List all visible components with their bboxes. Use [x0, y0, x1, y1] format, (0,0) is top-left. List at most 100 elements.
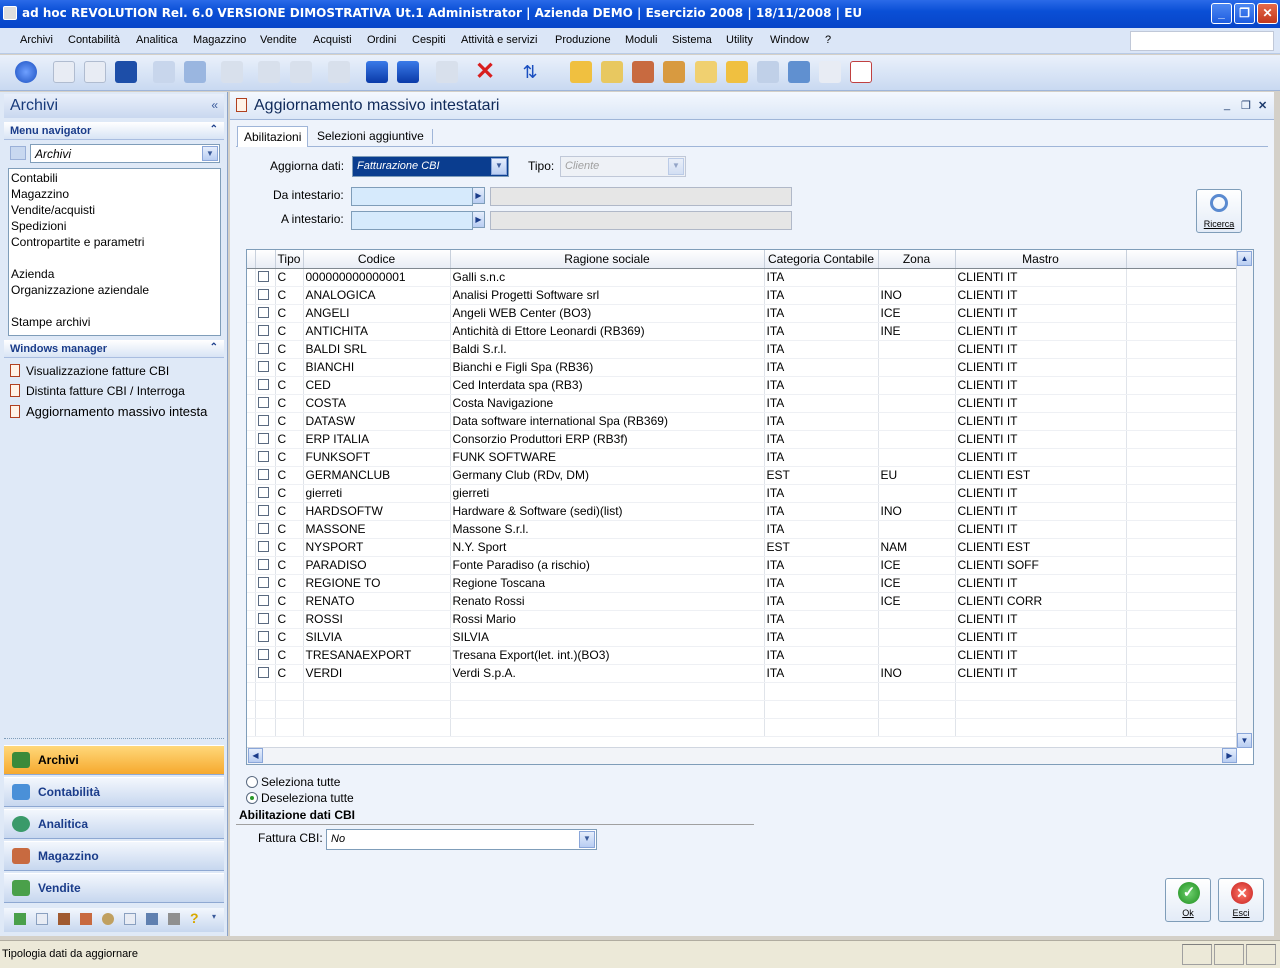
notes-icon[interactable] [570, 61, 592, 83]
window-item-visualizzazione[interactable]: Visualizzazione fatture CBI [10, 364, 169, 378]
row-checkbox[interactable] [255, 286, 276, 305]
next-icon[interactable] [290, 61, 312, 83]
search-doc-icon[interactable] [695, 61, 717, 83]
checkbox-icon[interactable] [257, 487, 269, 498]
close-button[interactable]: ✕ [1257, 3, 1278, 24]
refresh-icon[interactable] [153, 61, 175, 83]
ok-button[interactable]: ✓ Ok [1165, 878, 1211, 922]
help-icon[interactable]: ? [190, 910, 199, 926]
row-checkbox[interactable] [255, 484, 276, 503]
scroll-right-icon[interactable]: ▶ [1222, 748, 1237, 763]
row-checkbox[interactable] [255, 646, 276, 665]
row-checkbox[interactable] [255, 556, 276, 575]
nav-item-spedizioni[interactable]: Spedizioni [11, 219, 66, 233]
checkbox-icon[interactable] [257, 523, 269, 534]
menu-cespiti[interactable]: Cespiti [412, 34, 446, 46]
a-intestario-input[interactable] [351, 211, 473, 230]
esci-button[interactable]: ✕ Esci [1218, 878, 1264, 922]
nav-item-vendite-acquisti[interactable]: Vendite/acquisti [11, 203, 95, 217]
menu-contabilita[interactable]: Contabilità [68, 34, 120, 46]
print-preview-icon[interactable] [328, 61, 350, 83]
menu-sistema[interactable]: Sistema [672, 34, 712, 46]
da-intestario-input[interactable] [351, 187, 473, 206]
ricerca-button[interactable]: Ricerca [1196, 189, 1242, 233]
pin-icon[interactable] [436, 61, 458, 83]
archive-icon[interactable] [632, 61, 654, 83]
table-row[interactable]: C BALDI SRL Baldi S.r.l. ITA CLIENTI IT [247, 340, 1239, 359]
checkbox-icon[interactable] [257, 505, 269, 516]
tab-selezioni-aggiuntive[interactable]: Selezioni aggiuntive [311, 126, 430, 147]
row-checkbox[interactable] [255, 412, 276, 431]
checkbox-icon[interactable] [257, 559, 269, 570]
row-checkbox[interactable] [255, 664, 276, 683]
module-archivi-button[interactable]: Archivi [4, 745, 224, 775]
box-icon[interactable] [757, 61, 779, 83]
checkbox-icon[interactable] [257, 649, 269, 660]
row-checkbox[interactable] [255, 466, 276, 485]
col-mastro[interactable]: Mastro [955, 250, 1127, 269]
prev-icon[interactable] [258, 61, 280, 83]
checkbox-icon[interactable] [257, 577, 269, 588]
checkbox-icon[interactable] [257, 433, 269, 444]
row-checkbox[interactable] [255, 574, 276, 593]
row-checkbox[interactable] [255, 502, 276, 521]
chevron-up-icon[interactable]: ⌃ [210, 342, 218, 353]
checkbox-icon[interactable] [257, 469, 269, 480]
shortcut-icon[interactable] [80, 913, 92, 925]
move-up-icon[interactable] [366, 61, 388, 83]
table-row[interactable]: C FUNKSOFT FUNK SOFTWARE ITA CLIENTI IT [247, 448, 1239, 467]
aggiorna-dati-select[interactable]: Fatturazione CBI ▼ [352, 156, 509, 177]
windows-manager-header[interactable]: Windows manager ⌃ [4, 340, 224, 358]
row-checkbox[interactable] [255, 592, 276, 611]
row-checkbox[interactable] [255, 304, 276, 323]
minimize-doc-icon[interactable]: _ [1224, 99, 1230, 111]
undo-icon[interactable] [221, 61, 243, 83]
table-row[interactable]: C RENATO Renato Rossi ITA ICE CLIENTI CORR [247, 592, 1239, 611]
menu-search-box[interactable] [1130, 31, 1274, 51]
col-zona[interactable]: Zona [878, 250, 956, 269]
nav-item-contropartite[interactable]: Contropartite e parametri [11, 235, 144, 249]
chevron-down-icon[interactable]: ▾ [212, 912, 216, 921]
row-checkbox[interactable] [255, 268, 276, 287]
book-icon[interactable] [788, 61, 810, 83]
chevron-down-icon[interactable]: ▼ [491, 158, 507, 175]
row-checkbox[interactable] [255, 610, 276, 629]
table-row[interactable]: C ANGELI Angeli WEB Center (BO3) ITA ICE CLIE… [247, 304, 1239, 323]
checkbox-icon[interactable] [257, 289, 269, 300]
checkbox-icon[interactable] [257, 631, 269, 642]
save-icon[interactable] [115, 61, 137, 83]
grid-icon[interactable] [184, 61, 206, 83]
table-row[interactable]: C HARDSOFTW Hardware & Software (sedi)(lis… [247, 502, 1239, 521]
checkbox-icon[interactable] [257, 325, 269, 336]
table-row[interactable]: C BIANCHI Bianchi e Figli Spa (RB36) ITA CLI… [247, 358, 1239, 377]
edit-icon[interactable] [726, 61, 748, 83]
menu-help[interactable]: ? [825, 34, 831, 46]
window-item-aggiornamento[interactable]: Aggiornamento massivo intesta [10, 404, 224, 419]
vertical-scrollbar[interactable]: ▲ ▼ [1236, 250, 1253, 748]
row-checkbox[interactable] [255, 430, 276, 449]
nav-item-stampe-archivi[interactable]: Stampe archivi [11, 315, 90, 329]
copy-icon[interactable] [84, 61, 106, 83]
row-checkbox[interactable] [255, 448, 276, 467]
page-icon[interactable] [819, 61, 841, 83]
checkbox-icon[interactable] [257, 667, 269, 678]
nav-item-azienda[interactable]: Azienda [11, 267, 54, 281]
zoom-icon[interactable]: ▶ [472, 211, 485, 228]
calendar-icon[interactable] [850, 61, 872, 83]
checkbox-icon[interactable] [257, 307, 269, 318]
table-row[interactable]: C VERDI Verdi S.p.A. ITA INO CLIENTI IT [247, 664, 1239, 683]
row-checkbox[interactable] [255, 538, 276, 557]
tab-abilitazioni[interactable]: Abilitazioni [237, 126, 309, 147]
table-row[interactable]: C ANTICHITA Antichità di Ettore Leonardi (… [247, 322, 1239, 341]
tools-icon[interactable] [168, 913, 180, 925]
table-row[interactable]: C REGIONE TO Regione Toscana ITA ICE CLIENTI … [247, 574, 1239, 593]
module-contabilita-button[interactable]: Contabilità [4, 777, 224, 807]
menu-ordini[interactable]: Ordini [367, 34, 396, 46]
nav-item-contabili[interactable]: Contabili [11, 171, 58, 185]
shortcut-icon[interactable] [36, 913, 48, 925]
row-checkbox[interactable] [255, 340, 276, 359]
table-row[interactable]: C GERMANCLUB Germany Club (RDv, DM) EST EU CL… [247, 466, 1239, 485]
checkbox-icon[interactable] [257, 613, 269, 624]
tipo-select[interactable]: Cliente ▼ [560, 156, 686, 177]
shortcut-icon[interactable] [102, 913, 114, 925]
